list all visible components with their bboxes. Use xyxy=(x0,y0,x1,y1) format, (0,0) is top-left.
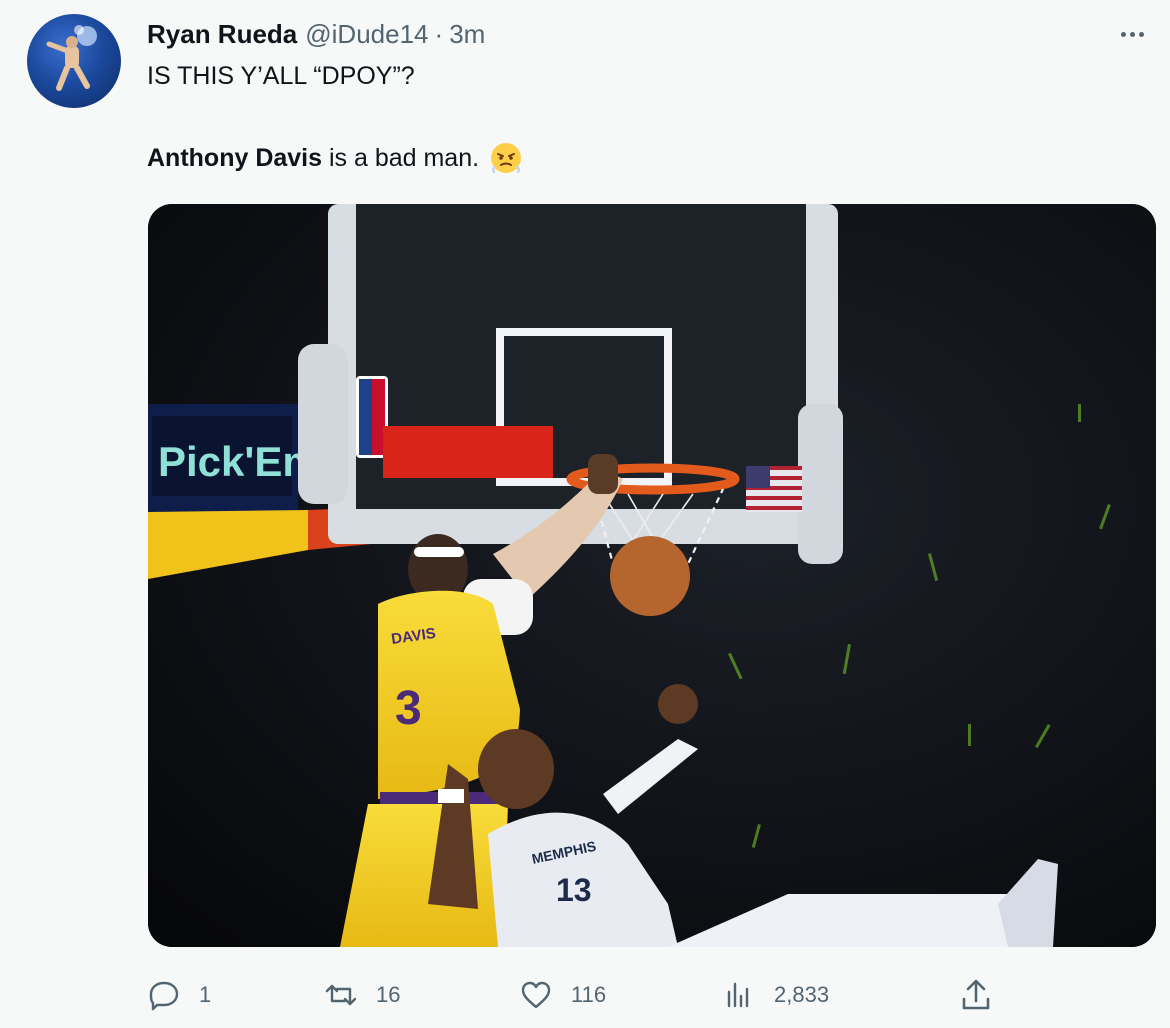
tweet-text-line-1: IS THIS Y’ALL “DPOY”? xyxy=(147,62,415,90)
basketball xyxy=(610,536,690,616)
retweet-count: 16 xyxy=(376,982,401,1007)
separator-dot: · xyxy=(434,18,444,49)
timestamp[interactable]: 3m xyxy=(449,19,485,50)
scoreboard-text: Pick'Em xyxy=(158,438,320,485)
more-options-icon[interactable] xyxy=(1112,20,1152,48)
retweet-icon xyxy=(325,984,357,1006)
heart-icon xyxy=(521,981,551,1009)
tweet-media-photo[interactable]: Pick'Em 3 DAVIS 13 MEMPHIS xyxy=(148,204,1156,947)
like-button[interactable]: 116 xyxy=(519,975,606,1015)
reply-icon xyxy=(149,981,179,1011)
like-count: 116 xyxy=(571,982,607,1007)
lakers-jersey-number: 3 xyxy=(395,682,422,735)
views-count: 2,833 xyxy=(774,982,830,1007)
action-bar: 1 16 116 2,833 xyxy=(147,975,997,1015)
analytics-icon xyxy=(727,982,749,1008)
reply-count: 1 xyxy=(199,982,212,1007)
avatar[interactable] xyxy=(27,14,121,108)
angry-face-icon xyxy=(489,141,523,175)
retweet-button[interactable]: 16 xyxy=(324,975,400,1015)
mention-bold: Anthony Davis xyxy=(147,143,323,172)
author-handle[interactable]: @iDude14 xyxy=(305,19,428,50)
tweet-text-rest: is a bad man. xyxy=(322,143,480,172)
tweet-header: Ryan Rueda @iDude14 · 3m xyxy=(147,16,485,52)
views-button[interactable]: 2,833 xyxy=(722,975,829,1015)
tweet[interactable]: Ryan Rueda @iDude14 · 3m IS THIS Y’ALL “… xyxy=(0,0,1170,1028)
memphis-jersey-number: 13 xyxy=(556,872,592,908)
reply-button[interactable]: 1 xyxy=(147,975,211,1015)
share-icon[interactable] xyxy=(958,977,994,1013)
tweet-text-line-2: Anthony Davis is a bad man. xyxy=(147,141,523,175)
author-name[interactable]: Ryan Rueda xyxy=(147,19,297,50)
